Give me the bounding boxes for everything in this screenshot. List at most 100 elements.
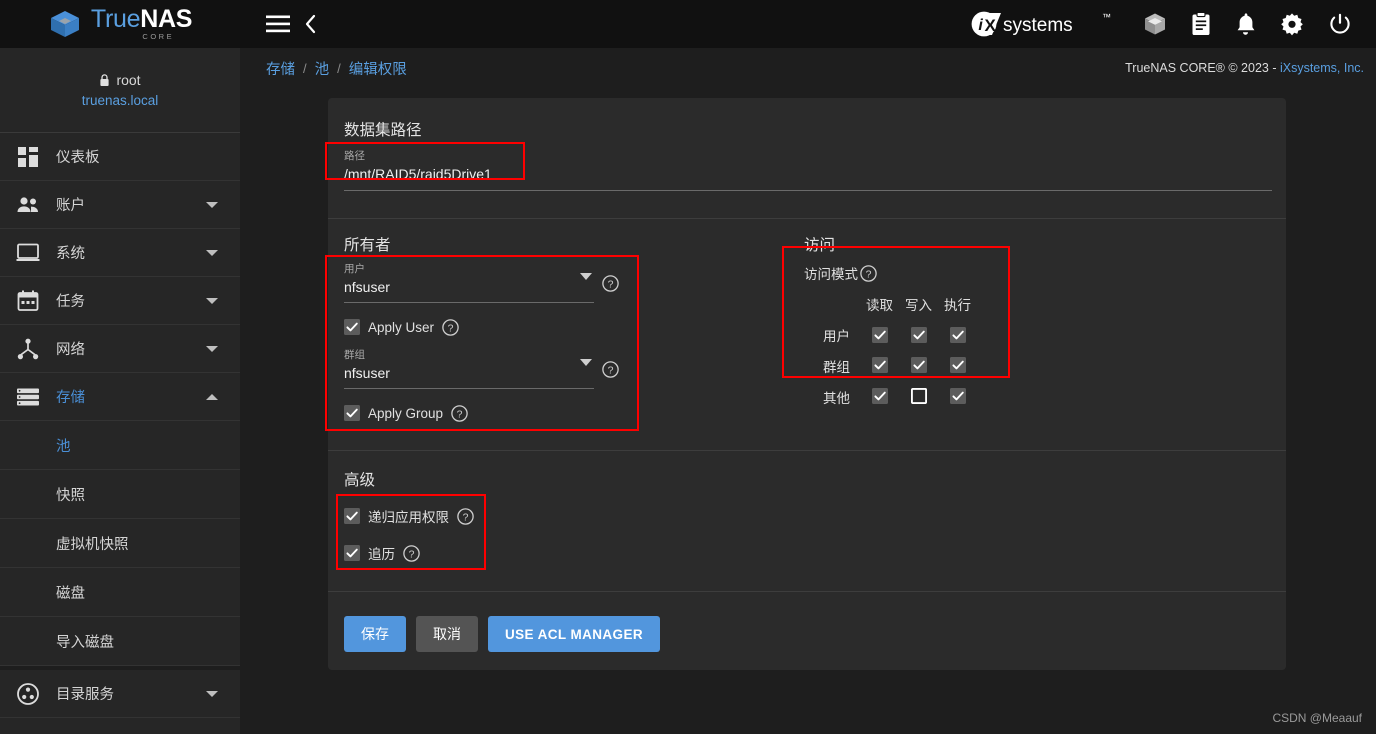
help-circle-icon[interactable]: ? — [602, 361, 619, 378]
other-write-checkbox[interactable] — [910, 388, 927, 405]
cube-jobs-icon[interactable] — [1143, 12, 1167, 36]
apply-user-checkbox-row[interactable]: Apply User ? — [344, 318, 459, 336]
ixsystems-logo[interactable]: i X systems ™ — [971, 9, 1119, 39]
hamburger-menu-icon[interactable] — [266, 15, 290, 33]
accounts-people-icon — [0, 196, 56, 214]
group-read-checkbox[interactable] — [871, 357, 888, 374]
sidebar-item-snapshots[interactable]: 快照 — [0, 470, 240, 519]
chevron-down-icon[interactable] — [206, 690, 218, 697]
svg-text:?: ? — [463, 511, 469, 523]
access-section-title: 访问 — [804, 237, 836, 254]
apply-group-checkbox[interactable] — [344, 404, 360, 422]
sidebar-nav: 仪表板 账户 系统 任务 网络 存储 池 快照 虚拟机快照 磁盘 导入磁盘 目录… — [0, 133, 240, 718]
owner-section-title: 所有者 — [344, 237, 391, 254]
csdn-watermark: CSDN @Meaauf — [1272, 711, 1362, 725]
row-label-user: 用户 — [823, 329, 850, 344]
breadcrumb-item-pools[interactable]: 池 — [315, 58, 330, 79]
group-select-value: nfsuser — [344, 365, 390, 381]
clipboard-tasks-icon[interactable] — [1191, 12, 1211, 36]
permissions-row-user: 用户 — [804, 320, 977, 350]
use-acl-manager-button[interactable]: USE ACL MANAGER — [488, 616, 661, 652]
permissions-row-other: 其他 — [804, 381, 977, 412]
brand-subtitle: CORE — [142, 32, 175, 42]
user-execute-checkbox[interactable] — [949, 326, 966, 343]
sidebar-item-disks[interactable]: 磁盘 — [0, 568, 240, 617]
sidebar-item-vm-snapshots[interactable]: 虚拟机快照 — [0, 519, 240, 568]
traverse-checkbox-row[interactable]: 追历 ? — [344, 543, 420, 563]
user-write-checkbox[interactable] — [910, 326, 927, 343]
chevron-down-icon[interactable] — [206, 201, 218, 208]
svg-text:systems: systems — [1003, 15, 1073, 36]
sidebar-item-system[interactable]: 系统 — [0, 229, 240, 277]
permissions-form-card: 数据集路径 路径 /mnt/RAID5/raid5Drive1 所有者 用户 n… — [325, 98, 1286, 670]
sidebar-item-pools[interactable]: 池 — [0, 421, 240, 470]
power-icon[interactable] — [1328, 12, 1352, 36]
access-mode-label-row: 访问模式 ? — [804, 263, 877, 283]
breadcrumb-item-edit-permissions[interactable]: 编辑权限 — [349, 58, 407, 79]
sidebar-item-directory-services[interactable]: 目录服务 — [0, 670, 240, 718]
username-label: root — [116, 72, 141, 88]
user-select[interactable]: 用户 nfsuser — [344, 261, 594, 303]
apply-user-checkbox[interactable] — [344, 318, 360, 336]
help-circle-icon[interactable]: ? — [602, 275, 619, 292]
help-circle-icon[interactable]: ? — [860, 264, 877, 282]
apply-group-label: Apply Group — [368, 405, 444, 421]
cancel-button[interactable]: 取消 — [416, 616, 478, 652]
group-write-checkbox[interactable] — [910, 357, 927, 374]
bell-alerts-icon[interactable] — [1235, 12, 1256, 36]
sidebar-item-storage[interactable]: 存储 — [0, 373, 240, 421]
row-label-group: 群组 — [823, 359, 850, 375]
help-circle-icon[interactable]: ? — [442, 318, 459, 336]
recursive-apply-checkbox[interactable] — [344, 507, 360, 525]
group-execute-checkbox[interactable] — [949, 357, 966, 374]
sidebar-item-accounts[interactable]: 账户 — [0, 181, 240, 229]
user-read-checkbox[interactable] — [871, 326, 888, 343]
svg-text:™: ™ — [1102, 12, 1111, 22]
sidebar-item-label: 系统 — [56, 246, 85, 262]
sidebar-subitem-label: 池 — [56, 438, 71, 455]
chevron-down-icon[interactable] — [206, 297, 218, 304]
breadcrumb: 存储 / 池 / 编辑权限 — [266, 58, 407, 79]
brand-header[interactable]: TrueNAS CORE — [0, 0, 240, 48]
apply-group-checkbox-row[interactable]: Apply Group ? — [344, 404, 468, 422]
sidebar: TrueNAS CORE root truenas.local 仪表板 账户 系… — [0, 0, 240, 734]
caret-down-icon[interactable] — [580, 273, 592, 280]
save-button[interactable]: 保存 — [344, 616, 406, 652]
traverse-label: 追历 — [368, 547, 395, 562]
help-circle-icon[interactable]: ? — [451, 404, 468, 422]
help-circle-icon[interactable]: ? — [403, 544, 420, 562]
apply-user-label: Apply User — [368, 319, 435, 335]
ixsystems-link[interactable]: iXsystems, Inc. — [1280, 61, 1364, 75]
user-select-underline — [344, 302, 594, 303]
sidebar-item-label: 存储 — [56, 390, 85, 406]
group-select-label: 群组 — [344, 349, 365, 361]
path-field-underline — [344, 190, 1272, 191]
group-select[interactable]: 群组 nfsuser — [344, 347, 594, 389]
sidebar-item-network[interactable]: 网络 — [0, 325, 240, 373]
help-circle-icon[interactable]: ? — [457, 507, 474, 525]
other-read-checkbox[interactable] — [871, 388, 888, 405]
advanced-section-title: 高级 — [344, 472, 376, 489]
sidebar-item-import-disk[interactable]: 导入磁盘 — [0, 617, 240, 666]
sidebar-item-dashboard[interactable]: 仪表板 — [0, 133, 240, 181]
path-field[interactable]: 路径 /mnt/RAID5/raid5Drive1 — [344, 148, 1272, 191]
chevron-down-icon[interactable] — [206, 345, 218, 352]
copyright-notice: TrueNAS CORE® © 2023 - iXsystems, Inc. — [1125, 61, 1364, 75]
chevron-down-icon[interactable] — [206, 249, 218, 256]
svg-text:?: ? — [448, 322, 454, 334]
other-execute-checkbox[interactable] — [949, 388, 966, 405]
caret-down-icon[interactable] — [580, 359, 592, 366]
group-select-underline — [344, 388, 594, 389]
chevron-up-icon[interactable] — [206, 393, 218, 400]
sidebar-item-tasks[interactable]: 任务 — [0, 277, 240, 325]
lock-icon — [99, 73, 110, 87]
gear-settings-icon[interactable] — [1280, 12, 1304, 36]
column-header-write: 写入 — [905, 298, 932, 313]
breadcrumb-bar: 存储 / 池 / 编辑权限 TrueNAS CORE® © 2023 - iXs… — [240, 48, 1376, 88]
breadcrumb-item-storage[interactable]: 存储 — [266, 58, 295, 79]
section-divider-1 — [328, 218, 1286, 219]
recursive-apply-checkbox-row[interactable]: 递归应用权限 ? — [344, 506, 474, 526]
traverse-checkbox[interactable] — [344, 544, 360, 562]
truenas-permissions-editor-page: TrueNAS CORE root truenas.local 仪表板 账户 系… — [0, 0, 1376, 734]
chevron-left-icon[interactable] — [304, 14, 318, 34]
